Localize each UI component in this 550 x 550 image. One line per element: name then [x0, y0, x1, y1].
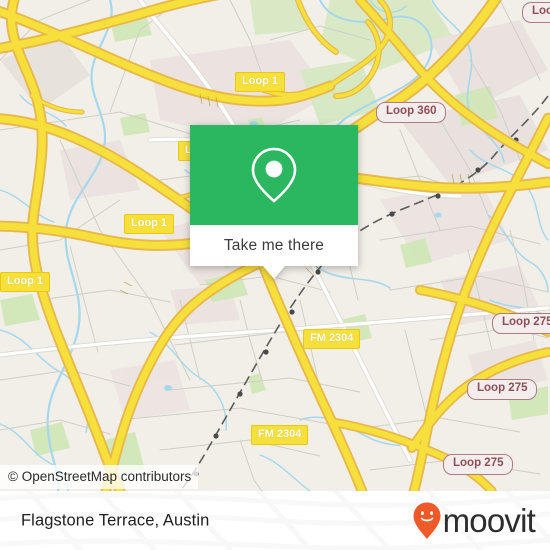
moovit-wordmark: moovit — [442, 501, 536, 539]
osm-attribution[interactable]: © OpenStreetMap contributors — [0, 465, 199, 489]
map-pin-icon — [251, 147, 297, 203]
footer-bar: Flagstone Terrace, Austin moovit — [0, 491, 550, 550]
take-me-there-label: Take me there — [223, 236, 325, 254]
place-name-title: Flagstone Terrace, Austin — [21, 511, 210, 529]
popup-icon-panel — [190, 125, 358, 225]
map-screenshot: .rd-cas{stroke:#e8b84b;fill:none;stroke-… — [0, 0, 550, 550]
popup-action-panel[interactable]: Take me there — [190, 225, 358, 266]
moovit-brand[interactable]: moovit — [412, 501, 536, 541]
take-me-there-popup[interactable]: Take me there — [190, 125, 358, 279]
moovit-smiley-pin-icon — [413, 502, 441, 539]
popup-pointer-tail — [263, 266, 285, 279]
map-canvas[interactable]: .rd-cas{stroke:#e8b84b;fill:none;stroke-… — [0, 0, 550, 491]
